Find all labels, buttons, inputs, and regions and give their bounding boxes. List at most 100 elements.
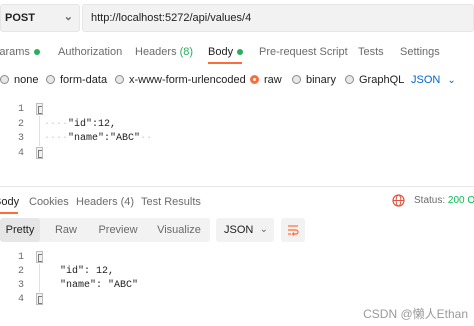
radio-circle-icon — [46, 75, 55, 84]
fold-open-brace-icon[interactable] — [36, 103, 43, 115]
radio-form-data-label: form-data — [60, 74, 108, 86]
radio-none[interactable]: none — [0, 70, 38, 90]
indent-guide — [39, 264, 40, 292]
format-preview-label: Preview — [98, 224, 138, 236]
response-body-viewer[interactable]: 1 2 3 4 "id": 12, "name": "ABC" — [0, 250, 474, 305]
format-visualize-label: Visualize — [157, 224, 201, 236]
response-format-label: JSON — [224, 224, 254, 236]
tab-headers-label: Headers — [135, 46, 177, 58]
chevron-down-icon: ⌄ — [447, 75, 456, 86]
format-visualize[interactable]: Visualize — [152, 218, 206, 242]
wrap-lines-icon — [288, 225, 299, 236]
fold-close-brace-icon — [36, 147, 43, 159]
tab-headers[interactable]: Headers (8) — [135, 40, 193, 64]
response-tab-headers-count: (4) — [120, 196, 135, 208]
radio-selected-icon — [250, 75, 259, 84]
request-tabs: Params Authorization Headers (8) Body Pr… — [0, 40, 474, 64]
response-tab-body-label: Body — [0, 196, 20, 208]
format-pretty-label: Pretty — [5, 224, 35, 236]
fold-close-brace-icon — [36, 293, 43, 305]
fold-open-brace-icon[interactable] — [36, 251, 43, 263]
json-value-name: "ABC" — [110, 133, 141, 144]
chevron-down-icon: ⌄ — [259, 224, 268, 235]
response-status: Status: 200 OK — [414, 195, 474, 206]
radio-binary-label: binary — [306, 74, 336, 86]
active-tab-underline — [208, 62, 242, 64]
radio-circle-icon — [292, 75, 301, 84]
url-input[interactable]: http://localhost:5272/api/values/4 — [82, 4, 474, 32]
tab-params[interactable]: Params — [0, 40, 40, 64]
body-indicator-dot — [237, 49, 244, 56]
line-number: 3 — [17, 133, 24, 144]
response-tab-test-results[interactable]: Test Results — [141, 190, 201, 214]
tab-headers-count: (8) — [179, 46, 194, 58]
radio-raw-label: raw — [264, 74, 282, 86]
response-tab-headers-label: Headers — [76, 196, 118, 208]
line-number: 3 — [17, 280, 24, 291]
tab-tests[interactable]: Tests — [358, 40, 384, 64]
format-raw-label: Raw — [54, 224, 77, 236]
json-sep: : — [84, 266, 97, 277]
tab-authorization[interactable]: Authorization — [58, 40, 122, 64]
request-body-editor[interactable]: 1 2 3 4 ····"id":12, ····"name":"ABC"·· — [0, 100, 474, 162]
tab-authorization-label: Authorization — [58, 46, 123, 58]
json-key-id: "id" — [68, 119, 93, 130]
line-number: 2 — [17, 119, 24, 130]
json-value-id: 12, — [96, 266, 115, 277]
line-number: 1 — [17, 252, 24, 263]
line-number: 2 — [17, 266, 24, 277]
tab-body[interactable]: Body — [208, 40, 244, 64]
radio-circle-icon — [115, 75, 124, 84]
tab-body-label: Body — [208, 46, 234, 58]
response-format-dropdown[interactable]: JSON ⌄ — [216, 218, 274, 242]
radio-urlencoded-label: x-www-form-urlencoded — [129, 74, 246, 86]
response-tab-cookies[interactable]: Cookies — [29, 190, 69, 214]
radio-circle-icon — [345, 75, 354, 84]
body-format-label: JSON — [411, 74, 441, 86]
format-raw[interactable]: Raw — [48, 218, 84, 242]
globe-icon[interactable] — [392, 194, 405, 207]
line-number: 1 — [17, 104, 24, 115]
radio-form-data[interactable]: form-data — [46, 70, 107, 90]
radio-urlencoded[interactable]: x-www-form-urlencoded — [115, 70, 246, 90]
radio-binary[interactable]: binary — [292, 70, 336, 90]
json-value-id: 12, — [98, 119, 117, 130]
response-format-group: Pretty Raw Preview Visualize — [0, 218, 210, 242]
indent-guide — [39, 116, 40, 146]
status-value: 200 OK — [447, 195, 474, 206]
body-format-dropdown[interactable]: JSON ⌄ — [411, 70, 456, 91]
format-preview[interactable]: Preview — [94, 218, 142, 242]
status-label: Status: — [414, 195, 446, 206]
response-tab-headers[interactable]: Headers (4) — [76, 190, 134, 214]
radio-none-label: none — [14, 74, 39, 86]
response-line-2: "id": 12, — [60, 266, 114, 277]
line-number: 4 — [17, 294, 24, 305]
tab-settings-label: Settings — [400, 46, 440, 58]
radio-graphql-label: GraphQL — [359, 74, 405, 86]
line-number: 4 — [17, 148, 24, 159]
json-value-name: "ABC" — [108, 280, 139, 291]
tab-pre-request-script[interactable]: Pre-request Script — [259, 40, 348, 64]
json-key-name: "name" — [60, 280, 97, 291]
panel-divider — [0, 186, 474, 187]
response-tab-body[interactable]: Body — [0, 190, 19, 214]
code-line-2: ····"id":12, — [44, 119, 117, 130]
body-type-options: none form-data x-www-form-urlencoded raw… — [0, 70, 474, 90]
tab-pre-request-label: Pre-request Script — [259, 46, 348, 58]
format-pretty[interactable]: Pretty — [0, 218, 40, 242]
radio-graphql[interactable]: GraphQL — [345, 70, 404, 90]
wrap-lines-button[interactable] — [281, 218, 305, 242]
response-line-3: "name": "ABC" — [60, 280, 138, 291]
json-key-name: "name" — [68, 133, 105, 144]
tab-settings[interactable]: Settings — [400, 40, 440, 64]
response-tab-test-results-label: Test Results — [141, 196, 201, 208]
code-line-3: ····"name":"ABC"·· — [44, 133, 153, 144]
method-select[interactable]: POST ⌄ — [0, 4, 80, 32]
watermark: CSDN @懒人Ethan — [363, 307, 468, 321]
tab-tests-label: Tests — [358, 46, 384, 58]
method-label: POST — [5, 12, 35, 24]
radio-raw[interactable]: raw — [250, 70, 282, 90]
radio-circle-icon — [0, 75, 9, 84]
url-text: http://localhost:5272/api/values/4 — [91, 12, 252, 24]
response-tab-cookies-label: Cookies — [29, 196, 69, 208]
